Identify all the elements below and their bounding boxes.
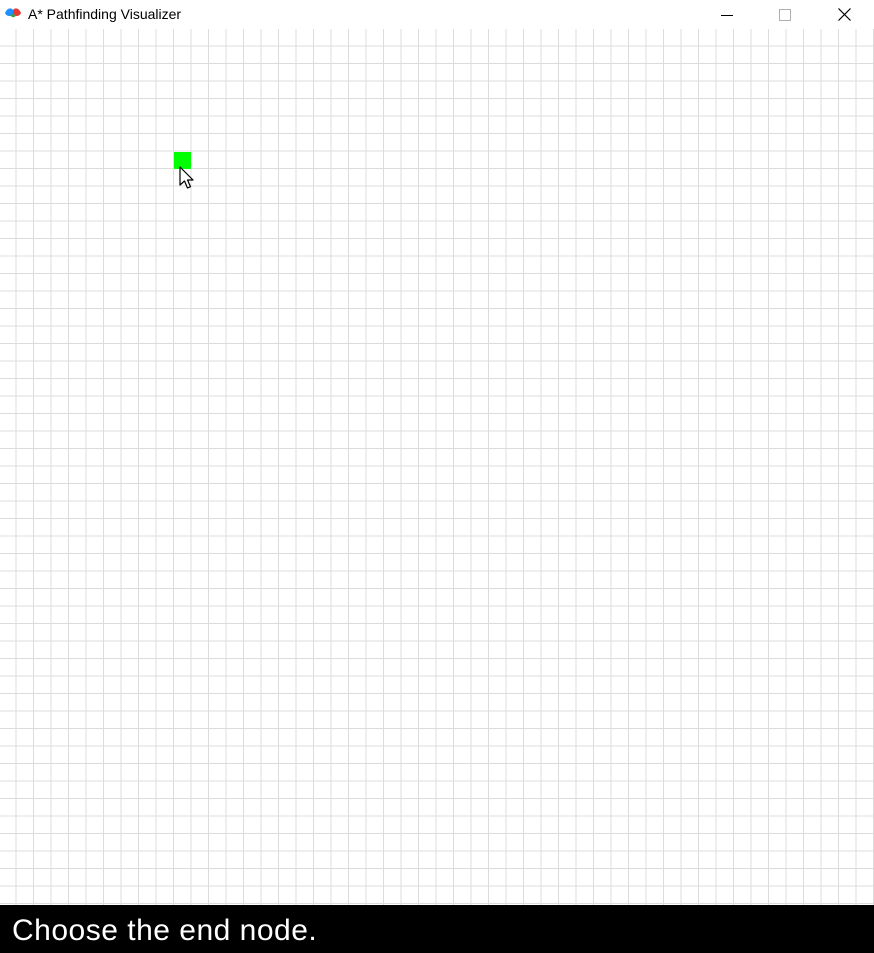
maximize-icon: [779, 8, 791, 21]
status-bar: Choose the end node.: [0, 905, 874, 953]
window-title: A* Pathfinding Visualizer: [28, 6, 182, 22]
status-message: Choose the end node.: [12, 914, 318, 947]
minimize-icon: [721, 14, 733, 16]
window-titlebar[interactable]: A* Pathfinding Visualizer: [0, 0, 874, 29]
close-button[interactable]: [815, 0, 873, 29]
app-icon: [4, 6, 22, 20]
close-icon: [837, 8, 851, 21]
minimize-button[interactable]: [698, 0, 756, 29]
mouse-cursor-icon: [179, 166, 194, 189]
maximize-button[interactable]: [756, 0, 814, 29]
pathfinding-grid[interactable]: [0, 29, 874, 905]
